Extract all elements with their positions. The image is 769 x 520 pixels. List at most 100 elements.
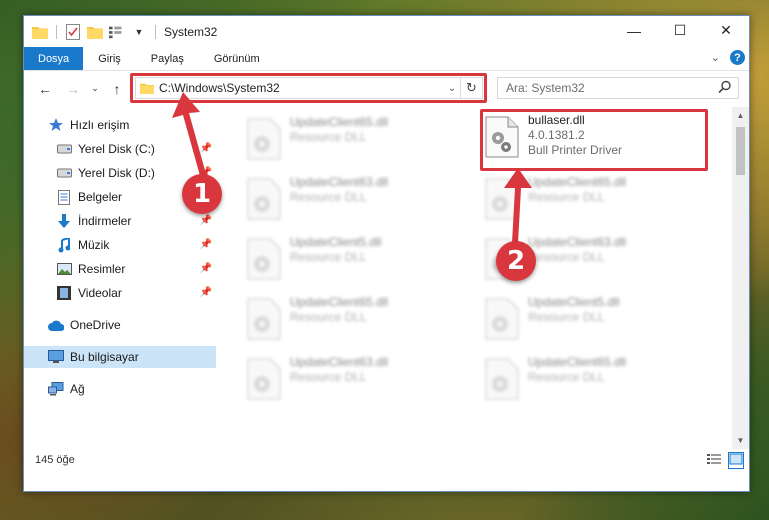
sidebar-item-label: Yerel Disk (D:) — [78, 166, 155, 180]
vertical-scrollbar[interactable]: ▲ ▼ — [732, 107, 749, 449]
pin-icon[interactable]: 📌 — [200, 143, 212, 154]
scroll-down-button[interactable]: ▼ — [732, 432, 749, 449]
cloud-icon — [48, 317, 64, 333]
dll-file-icon — [247, 238, 281, 280]
file-name: UpdateClient63.dll — [290, 355, 389, 369]
sidebar-item-label: Yerel Disk (C:) — [78, 142, 155, 156]
file-highlight-box — [480, 109, 708, 171]
dll-file-icon — [485, 358, 519, 400]
pictures-icon — [56, 261, 72, 277]
sidebar-item-label: Ağ — [70, 382, 85, 396]
search-placeholder: Ara: System32 — [506, 81, 585, 95]
dll-file-icon — [247, 178, 281, 220]
sidebar-item-pictures[interactable]: Resimler 📌 — [24, 258, 216, 280]
search-icon[interactable] — [718, 80, 732, 97]
list-item[interactable]: UpdateClient65.dll Resource DLL — [484, 175, 714, 225]
dll-file-icon — [247, 118, 281, 160]
sidebar-item-label: OneDrive — [70, 318, 121, 332]
network-icon — [48, 381, 64, 397]
pin-icon[interactable]: 📌 — [200, 263, 212, 274]
file-description: Resource DLL — [528, 190, 605, 204]
file-description: Resource DLL — [528, 310, 605, 324]
pin-icon[interactable]: 📌 — [200, 215, 212, 226]
file-description: Resource DLL — [290, 370, 367, 384]
properties-icon[interactable] — [65, 23, 81, 40]
sidebar-item-label: Müzik — [78, 238, 110, 252]
minimize-button[interactable]: — — [611, 16, 657, 45]
navigation-bar: ← → ⌄ ↑ C:\Windows\System32 ⌄ ↻ Ara: Sys… — [24, 71, 749, 106]
sidebar-item-onedrive[interactable]: OneDrive — [24, 314, 216, 336]
videos-icon — [56, 285, 72, 301]
navigation-pane: Hızlı erişim Yerel Disk (C:) 📌 Yerel Dis… — [24, 107, 216, 471]
drive-icon — [56, 141, 72, 157]
forward-button[interactable]: → — [62, 81, 84, 97]
music-icon — [56, 237, 72, 253]
maximize-button[interactable]: ☐ — [657, 16, 703, 45]
ribbon-tabs: Dosya Giriş Paylaş Görünüm ⌄ ? — [24, 47, 749, 71]
file-name: UpdateClient63.dll — [528, 235, 627, 249]
documents-icon — [56, 189, 72, 205]
file-name: UpdateClient65.dll — [290, 295, 389, 309]
file-description: Resource DLL — [290, 250, 367, 264]
tab-view[interactable]: Görünüm — [199, 47, 275, 70]
dll-file-icon — [485, 298, 519, 340]
title-bar: ▼ System32 — ☐ ✕ — [24, 16, 749, 47]
list-item[interactable]: UpdateClient63.dll Resource DLL — [246, 175, 476, 225]
sidebar-item-network[interactable]: Ağ — [24, 378, 216, 400]
pin-icon[interactable]: 📌 — [200, 287, 212, 298]
file-description: Resource DLL — [290, 310, 367, 324]
sidebar-item-label: Belgeler — [78, 190, 123, 204]
list-item[interactable]: UpdateClient5.dll Resource DLL — [246, 235, 476, 285]
expand-ribbon-icon[interactable]: ⌄ — [711, 51, 720, 64]
folder-icon — [32, 24, 48, 40]
tiles-view-icon[interactable] — [728, 452, 744, 469]
sidebar-item-label: Resimler — [78, 262, 126, 276]
file-description: Resource DLL — [528, 370, 605, 384]
file-name: UpdateClient65.dll — [528, 175, 627, 189]
drive-icon — [56, 165, 72, 181]
help-icon[interactable]: ? — [730, 50, 745, 65]
up-button[interactable]: ↑ — [106, 81, 128, 97]
details-view-icon[interactable] — [707, 453, 721, 468]
sidebar-item-label: Hızlı erişim — [70, 118, 130, 132]
star-icon — [48, 117, 64, 133]
tab-share[interactable]: Paylaş — [136, 47, 199, 70]
sidebar-item-videos[interactable]: Videolar 📌 — [24, 282, 216, 304]
list-item[interactable]: UpdateClient65.dll Resource DLL — [246, 115, 476, 165]
back-button[interactable]: ← — [34, 81, 56, 97]
explorer-window: ▼ System32 — ☐ ✕ Dosya Giriş Paylaş Görü… — [23, 15, 750, 492]
callout-two: 2 — [496, 241, 536, 281]
customize-toolbar-icon[interactable]: ▼ — [131, 24, 147, 40]
tab-home[interactable]: Giriş — [83, 47, 136, 70]
sidebar-item-this-pc[interactable]: Bu bilgisayar — [24, 346, 216, 368]
list-item[interactable]: UpdateClient63.dll Resource DLL — [246, 355, 476, 405]
address-highlight-box — [130, 73, 487, 103]
sidebar-item-label: İndirmeler — [78, 214, 132, 228]
sidebar-item-quick-access[interactable]: Hızlı erişim — [24, 114, 216, 136]
close-button[interactable]: ✕ — [703, 16, 749, 45]
toolbar-separator — [155, 24, 156, 39]
sidebar-item-downloads[interactable]: İndirmeler 📌 — [24, 210, 216, 232]
window-title: System32 — [164, 24, 218, 39]
recent-locations-button[interactable]: ⌄ — [84, 83, 106, 94]
new-folder-icon[interactable] — [87, 24, 103, 40]
search-input[interactable]: Ara: System32 — [497, 77, 739, 99]
sidebar-item-music[interactable]: Müzik 📌 — [24, 234, 216, 256]
file-name: UpdateClient5.dll — [528, 295, 620, 309]
scroll-up-button[interactable]: ▲ — [732, 107, 749, 124]
toolbar-separator — [56, 24, 57, 39]
scrollbar-thumb[interactable] — [736, 127, 745, 175]
pin-icon[interactable]: 📌 — [200, 239, 212, 250]
tab-file[interactable]: Dosya — [24, 47, 84, 70]
view-options-icon[interactable] — [109, 24, 125, 40]
window-controls: — ☐ ✕ — [611, 16, 749, 45]
list-item[interactable]: UpdateClient5.dll Resource DLL — [484, 295, 714, 345]
ribbon-right: ⌄ ? — [711, 50, 745, 65]
download-icon — [56, 213, 72, 229]
file-name: UpdateClient63.dll — [290, 175, 389, 189]
list-item[interactable]: UpdateClient65.dll Resource DLL — [484, 355, 714, 405]
sidebar-item-local-disk-c[interactable]: Yerel Disk (C:) 📌 — [24, 138, 216, 160]
status-bar: 145 öğe — [24, 449, 749, 471]
list-item[interactable]: UpdateClient65.dll Resource DLL — [246, 295, 476, 345]
file-description: Resource DLL — [290, 190, 367, 204]
